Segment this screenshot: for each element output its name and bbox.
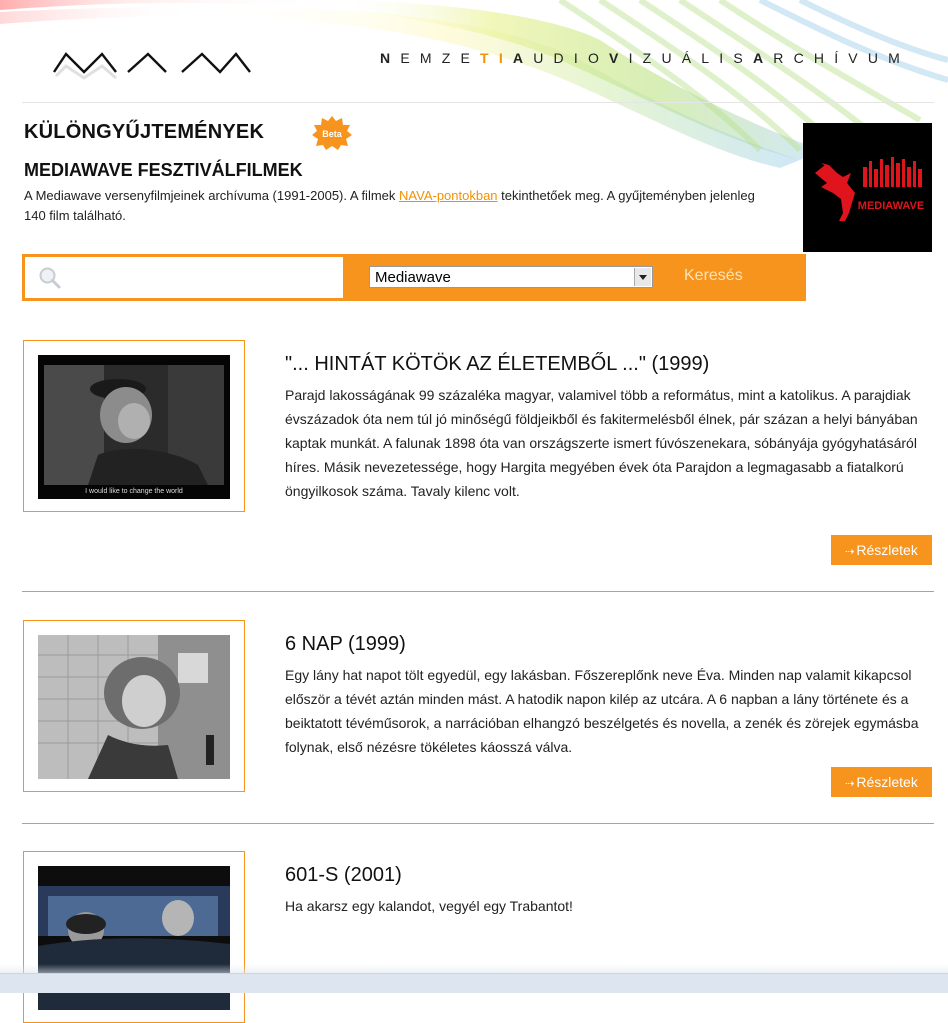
- mediawave-logo: MEDIAWAVE: [803, 123, 932, 252]
- brand-letter: V: [848, 50, 868, 66]
- search-button[interactable]: Keresés: [684, 267, 743, 285]
- brand-letter: Á: [681, 50, 702, 66]
- arrow-right-icon: ⇢: [845, 546, 855, 558]
- brand-letter: T: [480, 50, 499, 66]
- search-bar: Mediawave Keresés: [22, 254, 806, 301]
- collection-select-value: Mediawave: [375, 269, 451, 286]
- brand-letter: V: [609, 50, 629, 66]
- film-title[interactable]: "... HINTÁT KÖTÖK AZ ÉLETEMBŐL ..." (199…: [285, 353, 709, 376]
- brand-letter: S: [733, 50, 753, 66]
- collection-intro: A Mediawave versenyfilmjeinek archívuma …: [24, 186, 764, 226]
- brand-letter: Í: [834, 50, 849, 66]
- brand-letter: M: [419, 50, 442, 66]
- arrow-right-icon: ⇢: [845, 778, 855, 790]
- brand-letter: A: [752, 50, 774, 66]
- brand-letter: I: [498, 50, 513, 66]
- brand-letter: I: [628, 50, 643, 66]
- details-button[interactable]: ⇢ Részletek: [831, 535, 932, 565]
- brand-letter: U: [533, 50, 554, 66]
- nava-pontok-link[interactable]: NAVA-pontokban: [399, 188, 498, 203]
- still-subtitle: I would like to change the world: [85, 488, 183, 495]
- film-description: Ha akarsz egy kalandot, vegyél egy Traba…: [285, 898, 573, 914]
- film-title[interactable]: 6 NAP (1999): [285, 633, 406, 656]
- header-divider: [22, 102, 934, 103]
- brand-letter: U: [661, 50, 682, 66]
- film-thumbnail[interactable]: [38, 635, 230, 779]
- brand-wordmark: NEMZETIAUDIOVIZUÁLISARCHÍVUM: [380, 50, 910, 66]
- film-thumbnail[interactable]: I would like to change the world: [38, 355, 230, 499]
- brand-letter: E: [400, 50, 420, 66]
- page-title: KÜLÖNGYŰJTEMÉNYEK: [24, 121, 265, 143]
- collection-subtitle: MEDIAWAVE FESZTIVÁLFILMEK: [24, 160, 303, 180]
- brand-letter: I: [573, 50, 588, 66]
- brand-letter: N: [380, 50, 401, 66]
- brand-letter: D: [553, 50, 574, 66]
- brand-letter: O: [587, 50, 610, 66]
- film-thumbnail-frame[interactable]: I would like to change the world: [23, 340, 245, 512]
- search-box: [25, 257, 343, 298]
- film-thumbnail-frame[interactable]: [23, 620, 245, 792]
- brand-letter: Z: [642, 50, 662, 66]
- browser-status-bar: [0, 973, 948, 993]
- collection-select[interactable]: Mediawave: [369, 266, 653, 288]
- brand-letter: L: [701, 50, 720, 66]
- nava-logo[interactable]: [52, 40, 252, 80]
- beta-label: Beta: [322, 129, 343, 139]
- brand-letter: Z: [441, 50, 461, 66]
- magnifier-icon: [39, 267, 61, 289]
- item-divider: [22, 823, 934, 824]
- beta-badge: Beta: [312, 116, 352, 150]
- brand-letter: I: [719, 50, 734, 66]
- film-title[interactable]: 601-S (2001): [285, 864, 402, 887]
- details-button-label: Részletek: [856, 542, 918, 558]
- brand-letter: E: [460, 50, 481, 66]
- brand-letter: H: [813, 50, 835, 66]
- details-button-label: Részletek: [856, 774, 918, 790]
- film-thumbnail-frame[interactable]: [23, 851, 245, 1023]
- brand-letter: C: [793, 50, 814, 66]
- intro-text-1: A Mediawave versenyfilmjeinek archívuma …: [24, 188, 400, 203]
- item-divider: [22, 591, 934, 592]
- film-description: Parajd lakosságának 99 százaléka magyar,…: [285, 387, 918, 499]
- brand-letter: U: [867, 50, 889, 66]
- search-input[interactable]: [69, 265, 338, 291]
- details-button[interactable]: ⇢ Részletek: [831, 767, 932, 797]
- brand-letter: R: [773, 50, 794, 66]
- brand-letter: M: [888, 50, 911, 66]
- mediawave-logo-text: MEDIAWAVE: [858, 200, 924, 212]
- chevron-down-icon[interactable]: [634, 268, 651, 286]
- film-description: Egy lány hat napot tölt egyedül, egy lak…: [285, 667, 919, 755]
- brand-letter: A: [512, 50, 534, 66]
